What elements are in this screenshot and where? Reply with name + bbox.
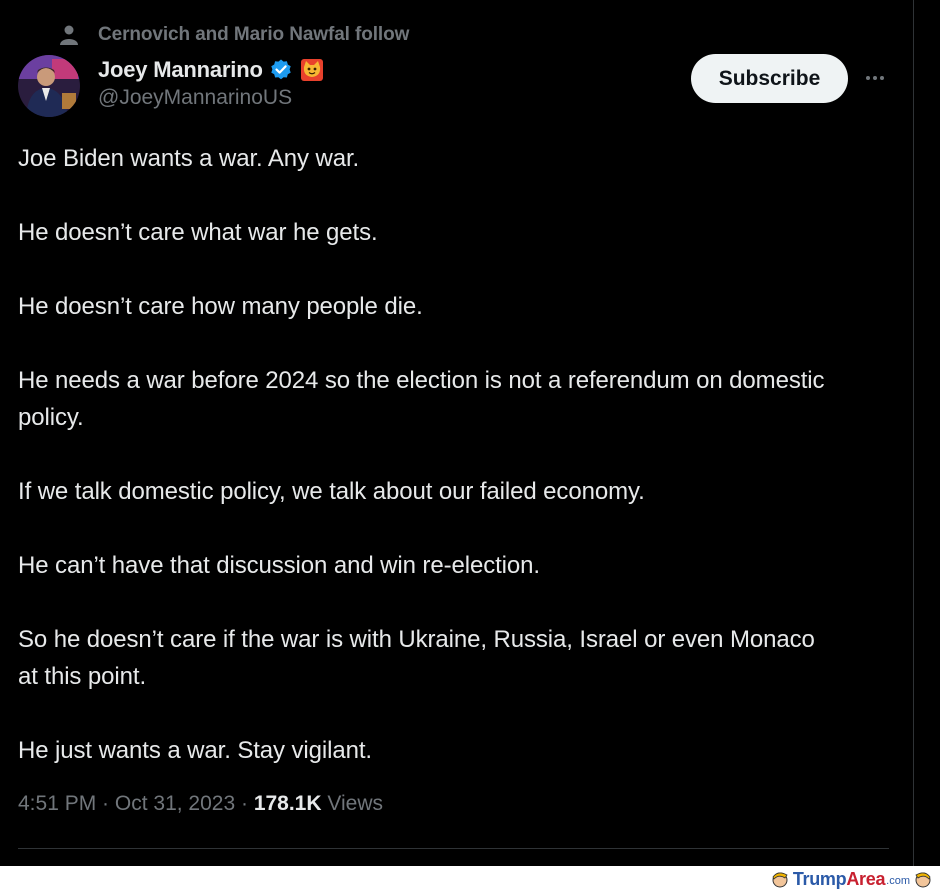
tweet-paragraph: If we talk domestic policy, we talk abou… [18, 478, 645, 505]
cat-emoji-icon [300, 58, 324, 82]
tweet-paragraph: Joe Biden wants a war. Any war. [18, 145, 360, 172]
mascot-right-icon [913, 869, 933, 889]
watermark-brand: TrumpArea [792, 868, 886, 889]
watermark-domain: .com [886, 875, 910, 887]
mascot-left-icon [770, 869, 790, 889]
author-name-row[interactable]: Joey Mannarino [98, 54, 324, 86]
divider [18, 848, 889, 849]
more-options-icon[interactable] [860, 66, 890, 90]
tweet-paragraph: So he doesn’t care if the war is with Uk… [18, 626, 815, 690]
tweet-date[interactable]: Oct 31, 2023 [115, 792, 235, 816]
meta-separator: · [235, 792, 254, 815]
author-handle[interactable]: @JoeyMannarinoUS [98, 86, 292, 110]
views-label: Views [321, 792, 384, 815]
tweet-meta: 4:51 PM · Oct 31, 2023 · 178.1K Views [18, 792, 383, 816]
verified-badge-icon[interactable] [269, 58, 293, 82]
display-name[interactable]: Joey Mannarino [98, 57, 263, 83]
column-border [913, 0, 914, 866]
tweet-time[interactable]: 4:51 PM [18, 792, 96, 816]
social-context[interactable]: Cernovich and Mario Nawfal follow [58, 22, 409, 48]
avatar[interactable] [18, 55, 80, 117]
watermark-logo: TrumpArea .com [767, 868, 936, 890]
subscribe-button[interactable]: Subscribe [691, 54, 848, 103]
tweet-paragraph: He doesn’t care how many people die. [18, 293, 423, 320]
tweet-paragraph: He can’t have that discussion and win re… [18, 552, 540, 579]
tweet-body: Joe Biden wants a war. Any war. He doesn… [18, 140, 898, 806]
meta-separator: · [96, 792, 115, 815]
person-icon [58, 24, 80, 46]
tweet-card: Cernovich and Mario Nawfal follow Joey M… [0, 0, 940, 866]
social-context-text: Cernovich and Mario Nawfal follow [98, 24, 410, 45]
tweet-paragraph: He needs a war before 2024 so the electi… [18, 367, 825, 431]
views-count: 178.1K [253, 792, 322, 815]
tweet-paragraph: He just wants a war. Stay vigilant. [18, 737, 372, 764]
tweet-paragraph: He doesn’t care what war he gets. [18, 219, 378, 246]
